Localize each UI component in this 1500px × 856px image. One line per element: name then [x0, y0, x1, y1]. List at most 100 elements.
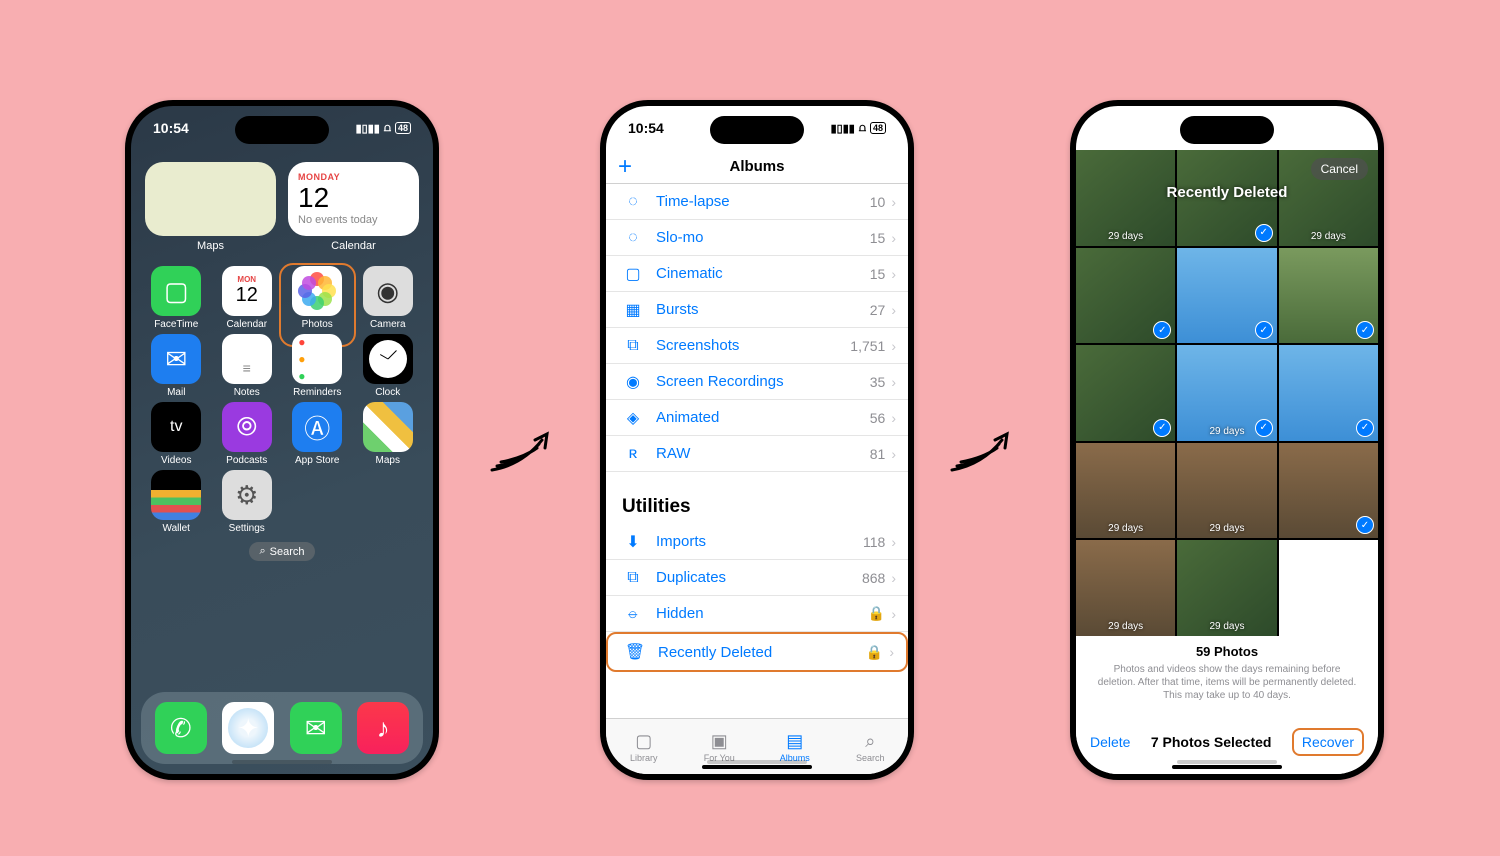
photo-thumbnail[interactable]: ✓: [1076, 248, 1175, 344]
reminders-app[interactable]: ●●●Reminders: [282, 334, 353, 398]
album-row[interactable]: ◉Screen Recordings35›: [606, 364, 908, 400]
search-pill[interactable]: ⌕Search: [249, 542, 314, 561]
selected-check-icon: ✓: [1153, 321, 1171, 339]
podcasts-app[interactable]: ⦾Podcasts: [212, 402, 283, 466]
row-icon: ◈: [622, 408, 644, 428]
utility-row[interactable]: ⬇Imports118›: [606, 524, 908, 560]
chevron-right-icon: ›: [891, 266, 896, 282]
dynamic-island: [1180, 116, 1274, 144]
signal-icon: ▮▯▮▮: [356, 122, 380, 135]
album-row[interactable]: ◌Time-lapse10›: [606, 184, 908, 220]
wallet-app[interactable]: Wallet: [141, 470, 212, 534]
album-row[interactable]: ▦Bursts27›: [606, 292, 908, 328]
calendar-app[interactable]: MON12Calendar: [212, 266, 283, 330]
row-count: 1,751: [850, 338, 885, 354]
home-indicator[interactable]: [1172, 765, 1282, 769]
home-indicator[interactable]: [702, 765, 812, 769]
music-app[interactable]: ♪: [357, 702, 409, 754]
row-label: Screen Recordings: [656, 373, 870, 390]
row-label: Recently Deleted: [658, 644, 866, 661]
settings-app[interactable]: ⚙Settings: [212, 470, 283, 534]
camera-app[interactable]: ◉Camera: [353, 266, 424, 330]
dynamic-island: [235, 116, 329, 144]
clock-app[interactable]: Clock: [353, 334, 424, 398]
photo-thumbnail[interactable]: ✓: [1279, 248, 1378, 344]
battery-icon: 48: [870, 122, 886, 134]
battery-icon: 47: [1340, 122, 1356, 134]
tab-library[interactable]: ▢Library: [606, 719, 682, 774]
videos-app[interactable]: tvVideos: [141, 402, 212, 466]
photo-count: 59 Photos: [1088, 644, 1366, 659]
row-icon: ʀ: [622, 445, 644, 463]
row-icon: 🗑: [624, 642, 646, 662]
row-icon: ⬇: [622, 532, 644, 552]
album-row[interactable]: ▢Cinematic15›: [606, 256, 908, 292]
row-count: 15: [870, 230, 886, 246]
appstore-app[interactable]: ⒶApp Store: [282, 402, 353, 466]
safari-app[interactable]: ✦: [222, 702, 274, 754]
delete-button[interactable]: Delete: [1090, 734, 1130, 750]
row-label: RAW: [656, 445, 870, 462]
recover-button-highlighted[interactable]: Recover: [1292, 728, 1364, 756]
maps-widget[interactable]: [145, 162, 276, 236]
messages-app[interactable]: ✉: [290, 702, 342, 754]
podcasts-icon: ⦾: [222, 402, 272, 452]
calendar-icon: MON12: [222, 266, 272, 316]
photo-thumbnail[interactable]: 29 days: [1076, 540, 1175, 636]
phone-app[interactable]: ✆: [155, 702, 207, 754]
lock-icon: 🔒: [866, 644, 883, 661]
row-count: 27: [870, 302, 886, 318]
recently-deleted-row-highlighted[interactable]: 🗑Recently Deleted🔒›: [606, 632, 908, 672]
album-list[interactable]: ◌Time-lapse10›◌Slo-mo15›▢Cinematic15›▦Bu…: [606, 184, 908, 718]
photo-thumbnail[interactable]: 29 days✓: [1177, 345, 1276, 441]
photo-thumbnail[interactable]: 29 days: [1177, 540, 1276, 636]
chevron-right-icon: ›: [891, 446, 896, 462]
chevron-right-icon: ›: [891, 534, 896, 550]
photo-thumbnail[interactable]: 29 days: [1076, 443, 1175, 539]
selected-check-icon: ✓: [1356, 419, 1374, 437]
album-row[interactable]: ◌Slo-mo15›: [606, 220, 908, 256]
phone-home-screen: 10:54 ▮▯▮▮⩍48 Maps MONDAY 12 No events t…: [125, 100, 439, 780]
selected-check-icon: ✓: [1356, 321, 1374, 339]
thumbnail-grid[interactable]: 29 days✓29 days✓✓✓✓29 days✓✓29 days29 da…: [1076, 150, 1378, 636]
row-icon: ▢: [622, 264, 644, 284]
row-icon: ⦵: [622, 605, 644, 623]
wallet-icon: [151, 470, 201, 520]
chevron-right-icon: ›: [891, 570, 896, 586]
tab-label: Library: [630, 753, 658, 763]
photo-thumbnail[interactable]: 29 days: [1177, 443, 1276, 539]
add-button[interactable]: +: [618, 153, 632, 181]
section-header: Utilities: [606, 472, 908, 524]
tab-search[interactable]: ⌕Search: [833, 719, 909, 774]
photo-thumbnail[interactable]: ✓: [1279, 443, 1378, 539]
row-count: 81: [870, 446, 886, 462]
chevron-right-icon: ›: [891, 302, 896, 318]
notes-app[interactable]: ≡Notes: [212, 334, 283, 398]
selected-check-icon: ✓: [1255, 321, 1273, 339]
calendar-widget[interactable]: MONDAY 12 No events today: [288, 162, 419, 236]
album-row[interactable]: ◈Animated56›: [606, 400, 908, 436]
row-label: Hidden: [656, 605, 868, 622]
album-row[interactable]: ʀ RAW81 ›: [606, 436, 908, 472]
row-icon: ◌: [622, 229, 644, 247]
row-icon: ⧉: [622, 569, 644, 587]
facetime-app[interactable]: ▢FaceTime: [141, 266, 212, 330]
lock-icon: 🔒: [868, 605, 885, 622]
nav-bar: + Albums: [606, 150, 908, 184]
cancel-button[interactable]: Cancel: [1311, 158, 1368, 180]
album-row[interactable]: ⧉Screenshots1,751›: [606, 328, 908, 364]
photo-thumbnail[interactable]: ✓: [1279, 345, 1378, 441]
maps-icon: [363, 402, 413, 452]
signal-icon: ▮▯▮▮: [1301, 122, 1325, 135]
mail-app[interactable]: ✉Mail: [141, 334, 212, 398]
utility-row[interactable]: ⧉Duplicates868›: [606, 560, 908, 596]
maps-app[interactable]: Maps: [353, 402, 424, 466]
photo-thumbnail[interactable]: ✓: [1076, 345, 1175, 441]
calendar-events: No events today: [298, 214, 409, 226]
photo-thumbnail[interactable]: ✓: [1177, 248, 1276, 344]
days-remaining: 29 days: [1177, 523, 1276, 534]
utility-row[interactable]: ⦵Hidden🔒›: [606, 596, 908, 632]
photo-thumbnail[interactable]: [1279, 540, 1378, 636]
days-remaining: 29 days: [1177, 621, 1276, 632]
chevron-right-icon: ›: [891, 230, 896, 246]
